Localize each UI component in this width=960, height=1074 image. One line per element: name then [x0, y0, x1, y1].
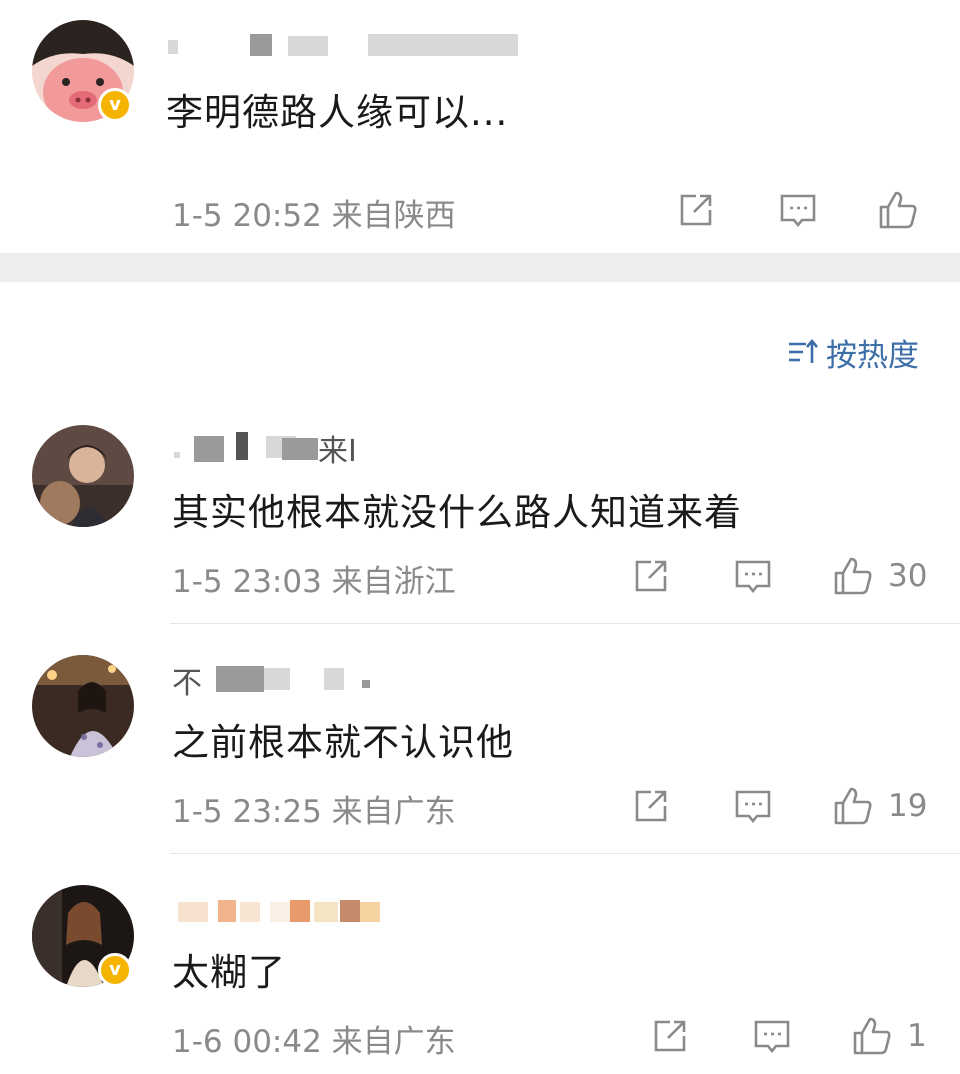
comment-text: 其实他根本就没什么路人知道来着: [172, 491, 742, 534]
comment-text: 太糊了: [172, 951, 286, 994]
avatar-image: [32, 655, 134, 757]
share-button[interactable]: [676, 188, 716, 232]
username-obscured[interactable]: [168, 28, 528, 68]
like-count: 30: [888, 558, 928, 594]
comment-meta: 1-5 20:52 来自陕西: [172, 198, 456, 234]
comment-meta: 1-6 00:42 来自广东: [172, 1024, 456, 1060]
comment-separator: [170, 623, 960, 624]
thumbs-up-icon: [853, 1017, 891, 1055]
comment-text: 之前根本就不认识他: [172, 721, 514, 764]
like-count: 1: [907, 1018, 927, 1054]
avatar[interactable]: [32, 655, 134, 757]
comment-meta: 1-5 23:25 来自广东: [172, 794, 456, 830]
sort-toggle[interactable]: 按热度: [786, 332, 919, 374]
username-obscured[interactable]: 来I: [172, 426, 412, 469]
sort-icon: [789, 338, 818, 363]
avatar[interactable]: [32, 425, 134, 527]
comment-meta: 1-5 23:03 来自浙江: [172, 564, 456, 600]
comment-icon: [735, 790, 771, 824]
like-button[interactable]: 1: [851, 1014, 927, 1058]
like-button[interactable]: [877, 188, 919, 232]
share-icon: [680, 194, 712, 226]
comment-icon: [735, 560, 771, 594]
share-icon: [635, 790, 667, 822]
avatar-image: [32, 425, 134, 527]
top-comment: v 李明德路人缘可以... 1-5 20:52 来自陕西: [0, 0, 960, 253]
share-button[interactable]: [631, 784, 671, 828]
username-obscured[interactable]: 不: [172, 658, 392, 701]
share-button[interactable]: [650, 1014, 690, 1058]
share-icon: [635, 560, 667, 592]
like-button[interactable]: 19: [832, 784, 927, 828]
comment-icon: [780, 194, 816, 228]
comment-text: 李明德路人缘可以...: [166, 91, 509, 134]
verified-badge-icon: v: [98, 88, 132, 122]
username-fragment: 来I: [318, 434, 357, 469]
share-icon: [654, 1020, 686, 1052]
comment-separator: [170, 853, 960, 854]
thumbs-up-icon: [834, 557, 872, 595]
sort-label: 按热度: [826, 337, 919, 374]
username-obscured[interactable]: [178, 890, 388, 930]
thumbs-up-icon: [879, 191, 917, 229]
comment-button[interactable]: [778, 188, 818, 232]
section-divider: [0, 253, 960, 282]
share-button[interactable]: [631, 554, 671, 598]
like-count: 19: [888, 788, 928, 824]
thumbs-up-icon: [834, 787, 872, 825]
username-fragment: 不: [172, 666, 202, 701]
verified-badge-icon: v: [98, 953, 132, 987]
like-button[interactable]: 30: [832, 554, 927, 598]
comment-button[interactable]: [733, 554, 773, 598]
comment-button[interactable]: [733, 784, 773, 828]
comment-button[interactable]: [752, 1014, 792, 1058]
comment-icon: [754, 1020, 790, 1054]
